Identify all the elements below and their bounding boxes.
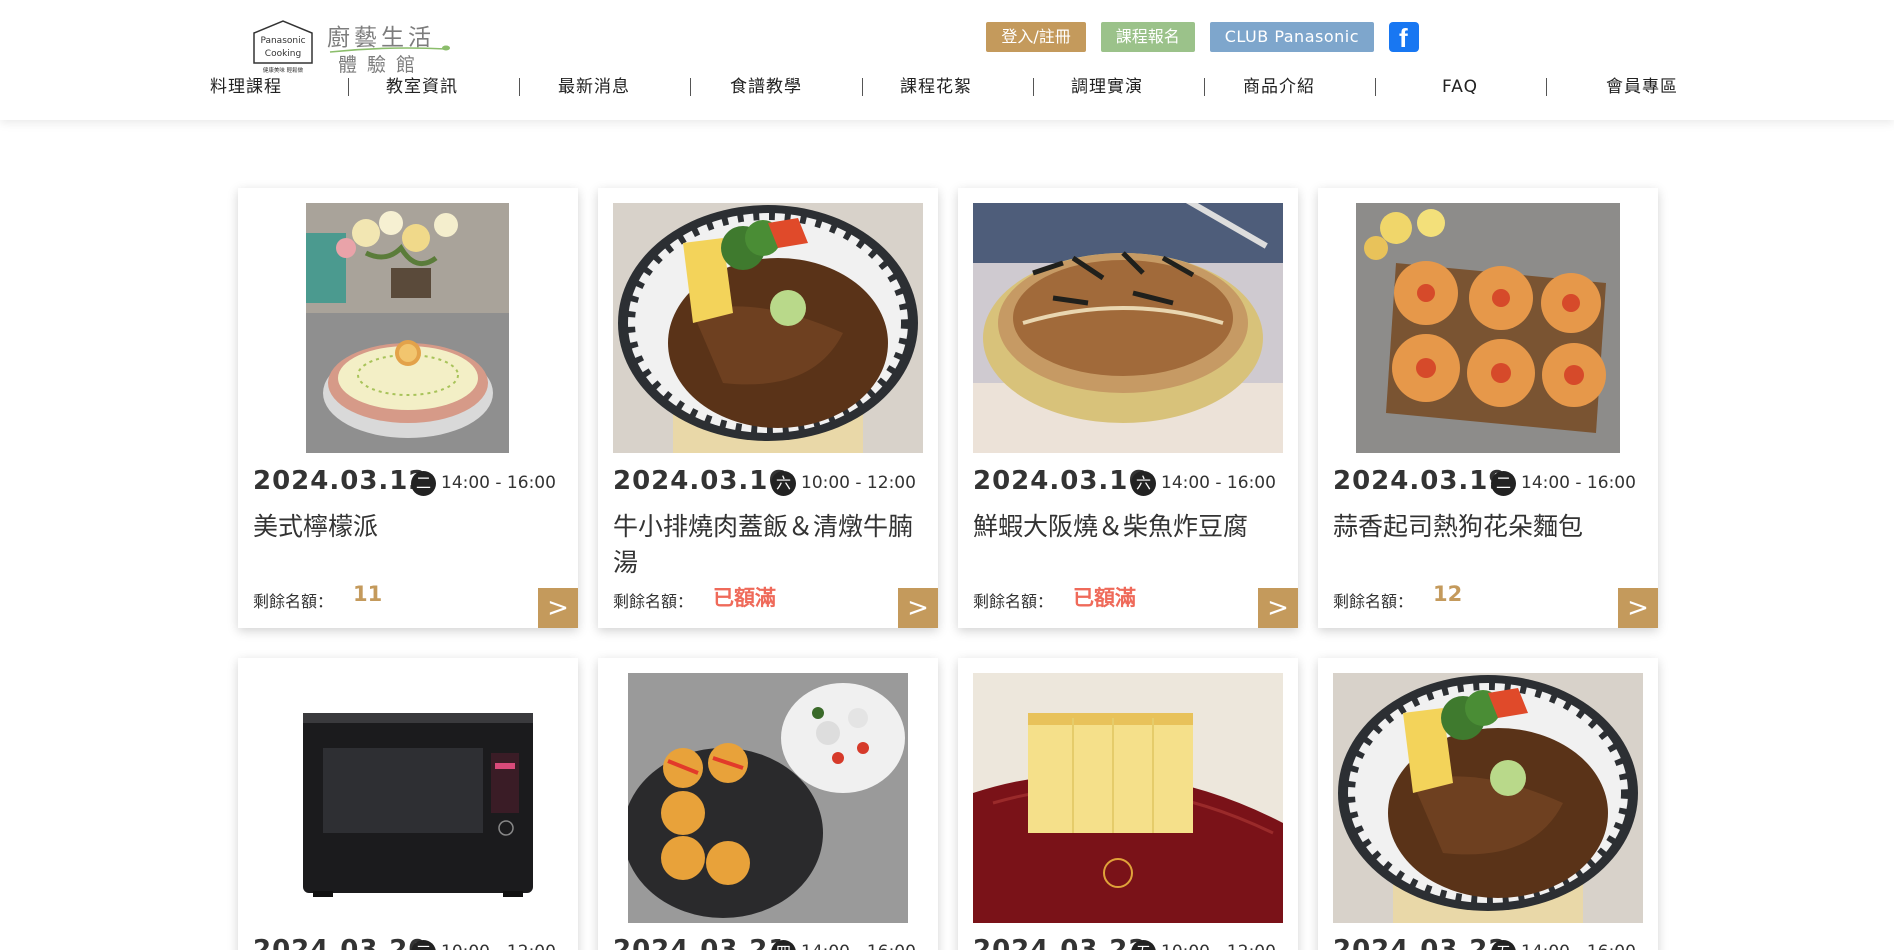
remaining-count: 已額滿 <box>713 586 776 610</box>
remaining-label: 剩餘名額： <box>973 592 1054 611</box>
course-time: 14:00 - 16:00 <box>1521 473 1636 493</box>
top-button-group: 登入/註冊 課程報名 CLUB Panasonic f <box>986 22 1419 53</box>
card-arrow-button[interactable]: > <box>538 588 578 628</box>
logo-tagline: 健康美味 輕鬆做 <box>262 68 304 74</box>
remaining-count: 已額滿 <box>1073 586 1136 610</box>
course-card[interactable]: 2024.03.22 五 10:00 - 12:00 <box>958 658 1298 950</box>
nav-item-recipes[interactable]: 食譜教學 <box>701 74 831 100</box>
course-time: 14:00 - 16:00 <box>441 473 556 493</box>
site-logo[interactable]: Panasonic Cooking 健康美味 輕鬆做 廚藝生活 體驗館 <box>252 19 452 76</box>
course-time: 10:00 - 12:00 <box>1161 942 1276 950</box>
remaining-label: 剩餘名額： <box>613 592 694 611</box>
course-date: 2024.03.19 <box>1333 466 1508 496</box>
course-card[interactable]: 2024.03.16 六 10:00 - 12:00 牛小排燒肉蓋飯＆清燉牛腩湯… <box>598 188 938 628</box>
course-image-beef-rice-bowl <box>1333 673 1643 923</box>
course-date: 2024.03.16 <box>613 466 788 496</box>
course-card[interactable]: 2024.03.19 二 14:00 - 16:00 蒜香起司熱狗花朵麵包 剩餘… <box>1318 188 1658 628</box>
course-title[interactable]: 牛小排燒肉蓋飯＆清燉牛腩湯 <box>613 509 928 581</box>
course-title[interactable]: 蒜香起司熱狗花朵麵包 <box>1333 509 1648 545</box>
nav-item-course-highlights[interactable]: 課程花絮 <box>871 74 1001 100</box>
course-time: 14:00 - 16:00 <box>1521 942 1636 950</box>
course-card[interactable]: 2024.03.16 六 14:00 - 16:00 鮮蝦大阪燒＆柴魚炸豆腐 剩… <box>958 188 1298 628</box>
nav-divider <box>519 78 520 96</box>
remaining-label: 剩餘名額： <box>253 592 334 611</box>
course-date: 2024.03.22 <box>1333 935 1508 950</box>
course-card[interactable]: 2024.03.20 三 10:00 - 12:00 <box>238 658 578 950</box>
remaining-label: 剩餘名額： <box>1333 592 1414 611</box>
nav-divider <box>348 78 349 96</box>
facebook-icon[interactable]: f <box>1389 22 1419 53</box>
course-date: 2024.03.22 <box>973 935 1148 950</box>
panasonic-cooking-logo: Panasonic Cooking 健康美味 輕鬆做 <box>252 19 314 74</box>
nav-divider <box>690 78 691 96</box>
nav-divider <box>1375 78 1376 96</box>
nav-divider <box>1204 78 1205 96</box>
nav-divider <box>1033 78 1034 96</box>
course-title[interactable]: 鮮蝦大阪燒＆柴魚炸豆腐 <box>973 509 1288 545</box>
nav-divider <box>862 78 863 96</box>
main-nav: 料理課程 教室資訊 最新消息 食譜教學 課程花絮 調理實演 商品介紹 FAQ 會… <box>210 74 1677 100</box>
course-image-croquette-clams <box>628 673 908 923</box>
login-register-button[interactable]: 登入/註冊 <box>986 22 1086 52</box>
weekday-badge: 二 <box>1491 471 1516 496</box>
weekday-badge: 六 <box>1131 471 1156 496</box>
course-image-okonomiyaki <box>973 203 1283 453</box>
course-image-beef-rice-bowl <box>613 203 923 453</box>
course-image-lemon-pie <box>306 203 509 453</box>
course-time: 14:00 - 16:00 <box>801 942 916 950</box>
nav-divider <box>1546 78 1547 96</box>
logo-brand-line2: Cooking <box>264 49 302 59</box>
course-image-castella-cake <box>973 673 1283 923</box>
course-date: 2024.03.20 <box>253 935 428 950</box>
logo-brand-line1: Panasonic <box>260 36 306 46</box>
card-arrow-button[interactable]: > <box>1618 588 1658 628</box>
course-enroll-button[interactable]: 課程報名 <box>1100 22 1195 52</box>
course-title[interactable]: 美式檸檬派 <box>253 509 568 545</box>
course-date: 2024.03.16 <box>973 466 1148 496</box>
remaining-count: 12 <box>1433 582 1463 606</box>
course-image-steam-oven <box>253 673 563 923</box>
course-image-flower-bread <box>1356 203 1620 453</box>
remaining-count: 11 <box>353 582 383 606</box>
course-time: 14:00 - 16:00 <box>1161 473 1276 493</box>
nav-item-products[interactable]: 商品介紹 <box>1214 74 1344 100</box>
nav-item-member-area[interactable]: 會員專區 <box>1577 74 1707 100</box>
nav-item-news[interactable]: 最新消息 <box>529 74 659 100</box>
nav-item-demonstrations[interactable]: 調理實演 <box>1042 74 1172 100</box>
site-header: Panasonic Cooking 健康美味 輕鬆做 廚藝生活 體驗館 登入/註冊… <box>0 0 1894 120</box>
course-card[interactable]: 2024.03.21 四 14:00 - 16:00 <box>598 658 938 950</box>
logo-title-line2: 體驗館 <box>338 54 426 76</box>
card-arrow-button[interactable]: > <box>898 588 938 628</box>
course-date: 2024.03.12 <box>253 466 428 496</box>
course-time: 10:00 - 12:00 <box>801 473 916 493</box>
nav-item-classroom-info[interactable]: 教室資訊 <box>357 74 487 100</box>
card-arrow-button[interactable]: > <box>1258 588 1298 628</box>
course-card[interactable]: 2024.03.22 五 14:00 - 16:00 <box>1318 658 1658 950</box>
weekday-badge: 二 <box>411 471 436 496</box>
nav-item-cooking-courses[interactable]: 料理課程 <box>181 74 311 100</box>
course-time: 10:00 - 12:00 <box>441 942 556 950</box>
weekday-badge: 六 <box>771 471 796 496</box>
course-date: 2024.03.21 <box>613 935 788 950</box>
club-panasonic-button[interactable]: CLUB Panasonic <box>1209 22 1374 52</box>
nav-item-faq[interactable]: FAQ <box>1395 74 1525 100</box>
course-card[interactable]: 2024.03.12 二 14:00 - 16:00 美式檸檬派 剩餘名額： 1… <box>238 188 578 628</box>
